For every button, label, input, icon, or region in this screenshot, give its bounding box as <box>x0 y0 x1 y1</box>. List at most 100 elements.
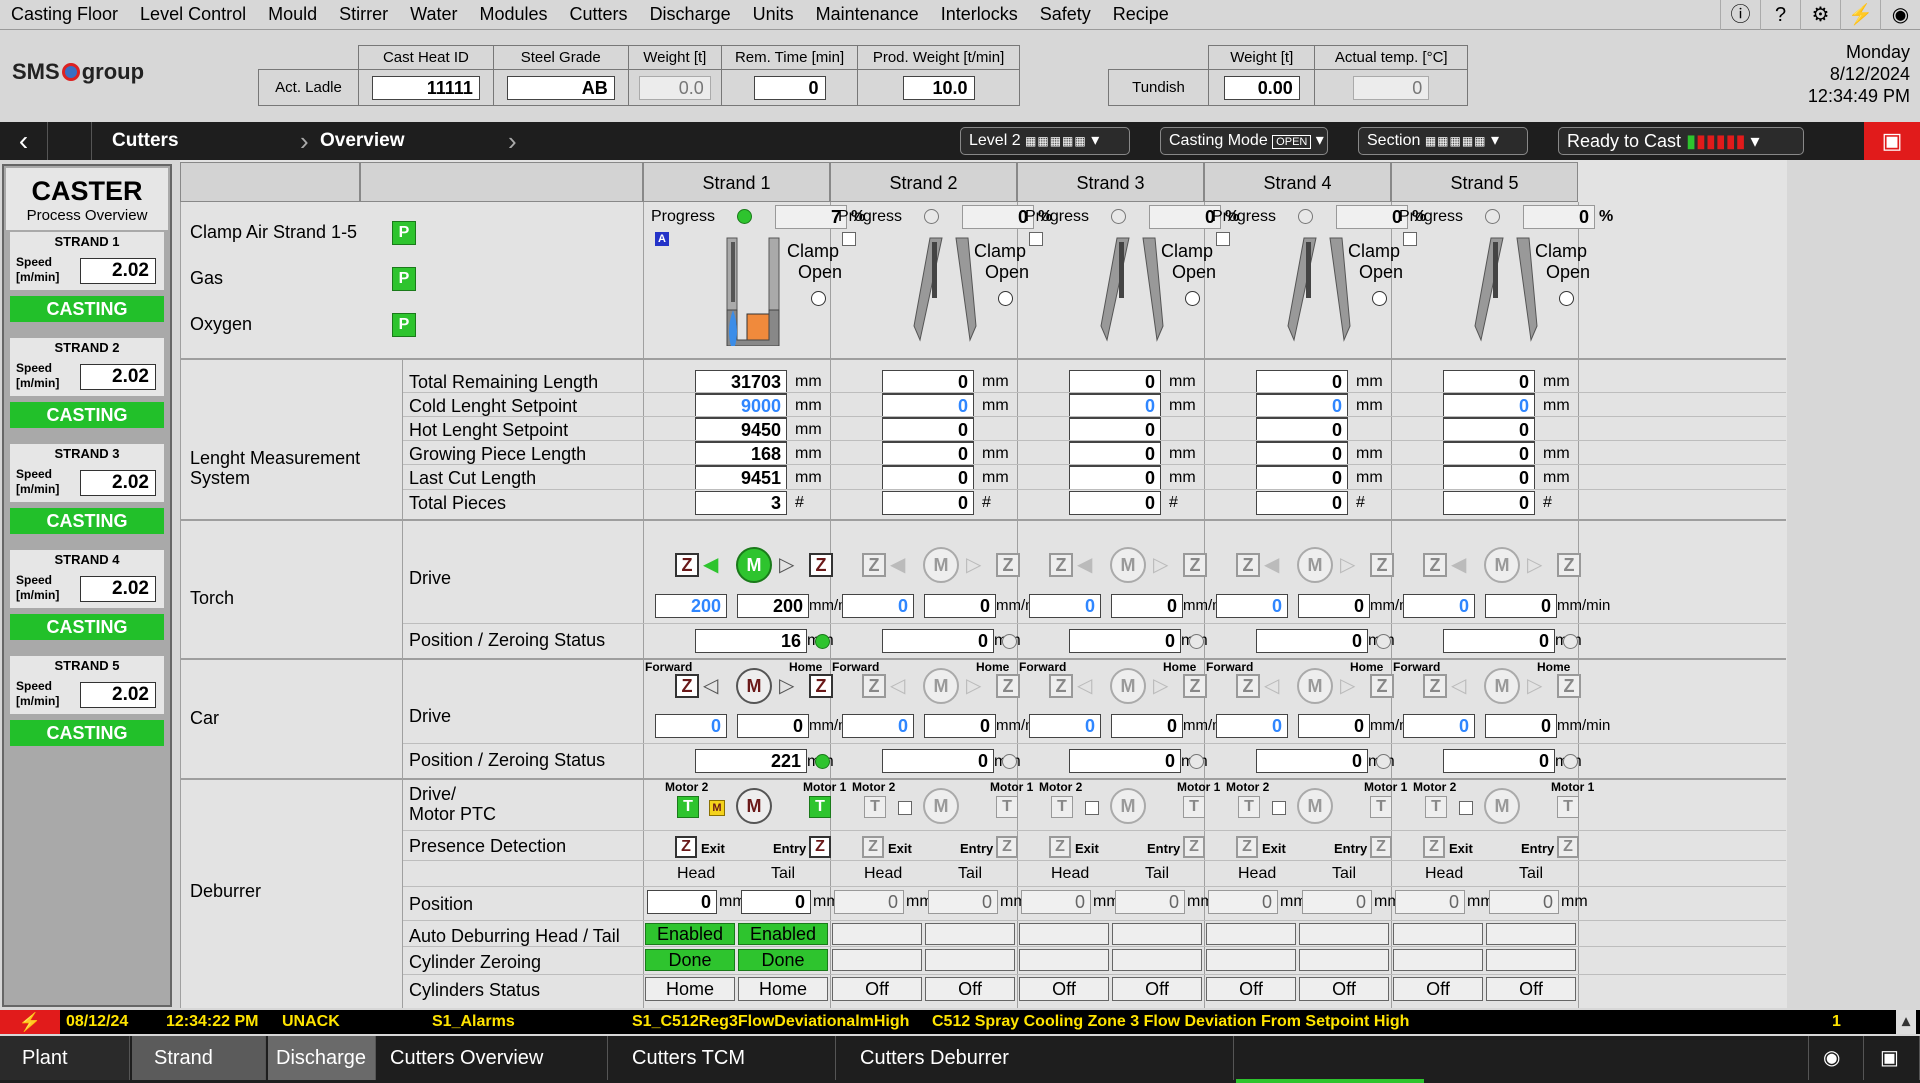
deburrer-t-left-strand-4[interactable]: T <box>1238 796 1260 818</box>
deburrer-auto-head-strand-2[interactable] <box>832 923 922 945</box>
car-z-left-strand-5[interactable]: Z <box>1423 674 1447 698</box>
torch-motor-strand-3[interactable]: M <box>1110 547 1146 583</box>
deburrer-motor-strand-4[interactable]: M <box>1297 788 1333 824</box>
car-motor-strand-3[interactable]: M <box>1110 668 1146 704</box>
screenshot-icon[interactable]: ▣ <box>1866 1036 1920 1080</box>
menu-interlocks[interactable]: Interlocks <box>930 0 1029 30</box>
clamp-air-p-button[interactable]: P <box>392 221 416 245</box>
gas-p-button[interactable]: P <box>392 267 416 291</box>
deburrer-t-right-strand-2[interactable]: T <box>996 796 1018 818</box>
torch-z-left-strand-4[interactable]: Z <box>1236 553 1260 577</box>
deburrer-z-exit-strand-3[interactable]: Z <box>1049 836 1071 858</box>
torch-z-left-strand-1[interactable]: Z <box>675 553 699 577</box>
help-icon[interactable]: ? <box>1760 0 1800 30</box>
car-z-right-strand-4[interactable]: Z <box>1370 674 1394 698</box>
monitor-alarm-icon[interactable]: ▣ <box>1864 122 1920 160</box>
deburrer-motor-strand-5[interactable]: M <box>1484 788 1520 824</box>
car-motor-strand-2[interactable]: M <box>923 668 959 704</box>
strand-checkbox-3[interactable] <box>1029 232 1043 246</box>
car-speed-set-strand-3[interactable]: 0 <box>1029 714 1101 738</box>
car-speed-set-strand-2[interactable]: 0 <box>842 714 914 738</box>
sidebar-strand-4[interactable]: STRAND 4 Speed [m/min] 2.02 CASTING <box>10 550 164 654</box>
breadcrumb-cutters[interactable]: Cutters <box>112 122 179 160</box>
deburrer-auto-head-strand-1[interactable]: Enabled <box>645 923 735 945</box>
deburrer-z-exit-strand-1[interactable]: Z <box>675 836 697 858</box>
menu-maintenance[interactable]: Maintenance <box>805 0 930 30</box>
torch-z-right-strand-5[interactable]: Z <box>1557 553 1581 577</box>
deburrer-checkbox-strand-4[interactable] <box>1272 801 1286 815</box>
tab-cutters-deburrer[interactable]: Cutters Deburrer <box>838 1036 1234 1080</box>
strand-checkbox-2[interactable] <box>842 232 856 246</box>
torch-motor-strand-5[interactable]: M <box>1484 547 1520 583</box>
torch-z-right-strand-3[interactable]: Z <box>1183 553 1207 577</box>
menu-casting-floor[interactable]: Casting Floor <box>0 0 129 30</box>
deburrer-z-entry-strand-2[interactable]: Z <box>996 836 1018 858</box>
deburrer-checkbox-strand-2[interactable] <box>898 801 912 815</box>
alarm-scroll-icon[interactable]: ▴ <box>1896 1010 1916 1034</box>
torch-speed-set-strand-2[interactable]: 0 <box>842 594 914 618</box>
sidebar-strand-1[interactable]: STRAND 1 Speed [m/min] 2.02 CASTING <box>10 232 164 336</box>
torch-motor-strand-2[interactable]: M <box>923 547 959 583</box>
torch-z-right-strand-4[interactable]: Z <box>1370 553 1394 577</box>
menu-mould[interactable]: Mould <box>257 0 328 30</box>
deburrer-auto-tail-strand-1[interactable]: Enabled <box>738 923 828 945</box>
deburrer-z-exit-strand-5[interactable]: Z <box>1423 836 1445 858</box>
tab-cutters-tcm[interactable]: Cutters TCM <box>610 1036 836 1080</box>
level-selector[interactable]: Level 2 ▦▦▦▦▦ ▾ <box>960 127 1130 155</box>
sidebar-strand-5[interactable]: STRAND 5 Speed [m/min] 2.02 CASTING <box>10 656 164 760</box>
sidebar-strand-2[interactable]: STRAND 2 Speed [m/min] 2.02 CASTING <box>10 338 164 442</box>
deburrer-checkbox-strand-3[interactable] <box>1085 801 1099 815</box>
tab-strand[interactable]: Strand <box>132 1036 266 1080</box>
alarm-bar[interactable]: ⚡ 08/12/24 12:34:22 PM UNACK S1_Alarms S… <box>0 1010 1920 1034</box>
deburrer-auto-head-strand-5[interactable] <box>1393 923 1483 945</box>
strand-checkbox-5[interactable] <box>1403 232 1417 246</box>
menu-modules[interactable]: Modules <box>468 0 558 30</box>
car-z-right-strand-5[interactable]: Z <box>1557 674 1581 698</box>
deburrer-checkbox-strand-5[interactable] <box>1459 801 1473 815</box>
torch-motor-strand-1[interactable]: M <box>736 547 772 583</box>
deburrer-auto-head-strand-3[interactable] <box>1019 923 1109 945</box>
menu-units[interactable]: Units <box>742 0 805 30</box>
car-z-right-strand-1[interactable]: Z <box>809 674 833 698</box>
oxygen-p-button[interactable]: P <box>392 313 416 337</box>
alarm-lightning-icon[interactable]: ⚡ <box>0 1010 60 1034</box>
deburrer-t-right-strand-1[interactable]: T <box>809 796 831 818</box>
lightning-icon[interactable]: ⚡ <box>1840 0 1880 30</box>
car-z-right-strand-2[interactable]: Z <box>996 674 1020 698</box>
ready-to-cast[interactable]: Ready to Cast ▮▮▮▮▮▮ ▾ <box>1558 127 1804 155</box>
deburrer-z-entry-strand-3[interactable]: Z <box>1183 836 1205 858</box>
torch-speed-set-strand-3[interactable]: 0 <box>1029 594 1101 618</box>
deburrer-z-entry-strand-5[interactable]: Z <box>1557 836 1579 858</box>
deburrer-z-entry-strand-1[interactable]: Z <box>809 836 831 858</box>
deburrer-auto-tail-strand-4[interactable] <box>1299 923 1389 945</box>
car-z-left-strand-1[interactable]: Z <box>675 674 699 698</box>
menu-stirrer[interactable]: Stirrer <box>328 0 399 30</box>
breadcrumb-overview[interactable]: Overview <box>320 122 405 160</box>
car-speed-set-strand-4[interactable]: 0 <box>1216 714 1288 738</box>
torch-z-right-strand-2[interactable]: Z <box>996 553 1020 577</box>
deburrer-t-left-strand-5[interactable]: T <box>1425 796 1447 818</box>
tab-discharge[interactable]: Discharge <box>268 1036 376 1080</box>
deburrer-auto-tail-strand-3[interactable] <box>1112 923 1202 945</box>
torch-z-left-strand-5[interactable]: Z <box>1423 553 1447 577</box>
casting-mode-selector[interactable]: Casting Mode OPEN ▾ <box>1160 127 1328 155</box>
torch-z-left-strand-3[interactable]: Z <box>1049 553 1073 577</box>
deburrer-z-exit-strand-4[interactable]: Z <box>1236 836 1258 858</box>
info-icon[interactable]: ⓘ <box>1720 0 1760 30</box>
back-icon[interactable]: ‹ <box>0 122 48 160</box>
settings-icon[interactable]: ⚙ <box>1800 0 1840 30</box>
car-z-left-strand-3[interactable]: Z <box>1049 674 1073 698</box>
deburrer-t-left-strand-3[interactable]: T <box>1051 796 1073 818</box>
strand-checkbox-4[interactable] <box>1216 232 1230 246</box>
torch-motor-strand-4[interactable]: M <box>1297 547 1333 583</box>
deburrer-auto-head-strand-4[interactable] <box>1206 923 1296 945</box>
car-z-left-strand-2[interactable]: Z <box>862 674 886 698</box>
menu-recipe[interactable]: Recipe <box>1102 0 1180 30</box>
deburrer-z-entry-strand-4[interactable]: Z <box>1370 836 1392 858</box>
deburrer-t-left-strand-1[interactable]: T <box>677 796 699 818</box>
deburrer-t-right-strand-4[interactable]: T <box>1370 796 1392 818</box>
menu-level-control[interactable]: Level Control <box>129 0 257 30</box>
deburrer-auto-tail-strand-2[interactable] <box>925 923 1015 945</box>
deburrer-motor-strand-3[interactable]: M <box>1110 788 1146 824</box>
menu-water[interactable]: Water <box>399 0 468 30</box>
